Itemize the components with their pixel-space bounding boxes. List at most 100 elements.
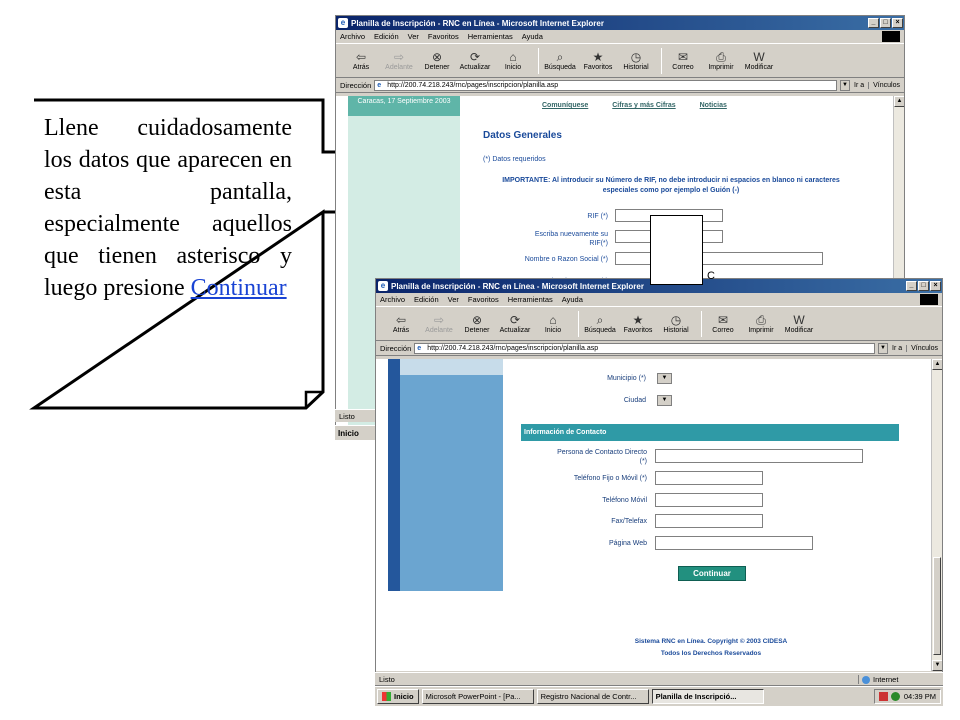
status-text: Listo	[379, 674, 395, 684]
menu-edicion[interactable]: Edición	[374, 32, 399, 41]
menu-herramientas[interactable]: Herramientas	[468, 32, 513, 41]
contact-person-input[interactable]	[655, 449, 863, 463]
task-planilla[interactable]: Planilla de Inscripció...	[651, 689, 764, 704]
refresh-button[interactable]: ⟳ Actualizar	[458, 50, 492, 71]
home-label: Inicio	[544, 327, 562, 334]
task-powerpoint[interactable]: Microsoft PowerPoint - [Pa...	[421, 689, 534, 704]
scroll-up-icon[interactable]: ▲	[932, 359, 942, 370]
back-button[interactable]: ⇦ Atrás	[384, 313, 418, 334]
print-button[interactable]: ⎙ Imprimir	[704, 50, 738, 71]
links-button[interactable]: Vínculos	[906, 344, 942, 352]
title-bar: e Planilla de Inscripción - RNC en Línea…	[336, 16, 904, 30]
mobile-input[interactable]	[655, 493, 763, 507]
favorites-button[interactable]: ★ Favoritos	[581, 50, 615, 71]
task-label: Microsoft PowerPoint - [Pa...	[425, 692, 521, 701]
search-button[interactable]: ⌕ Búsqueda	[543, 50, 577, 71]
mail-button[interactable]: ✉ Correo	[666, 50, 700, 71]
phone-input[interactable]	[655, 471, 763, 485]
callout-body: Llene cuidadosamente los datos que apare…	[44, 115, 292, 301]
menu-archivo[interactable]: Archivo	[380, 295, 405, 304]
back-label: Atrás	[392, 327, 410, 334]
fax-input[interactable]	[655, 514, 763, 528]
address-input[interactable]: http://200.74.218.243/rnc/pages/inscripc…	[374, 79, 838, 91]
clock: 04:39 PM	[903, 692, 936, 701]
nav-link-figures[interactable]: Cifras y más Cifras	[612, 102, 675, 109]
menu-favoritos[interactable]: Favoritos	[428, 32, 459, 41]
menu-ayuda[interactable]: Ayuda	[522, 32, 543, 41]
ciudad-select[interactable]: ▼	[657, 395, 672, 406]
menu-ver[interactable]: Ver	[408, 32, 419, 41]
history-icon: ◷	[670, 313, 682, 327]
address-dropdown-icon[interactable]: ▼	[878, 342, 889, 354]
close-button[interactable]: ×	[930, 281, 941, 291]
mail-button[interactable]: ✉ Correo	[706, 313, 740, 334]
nav-link-news[interactable]: Noticias	[700, 102, 727, 109]
forward-button[interactable]: ⇨ Adelante	[382, 50, 416, 71]
required-note: (*) Datos requeridos	[483, 156, 546, 163]
ie-logo-icon: e	[338, 18, 348, 28]
stop-button[interactable]: ⊗ Detener	[460, 313, 494, 334]
history-label: Historial	[663, 327, 689, 334]
history-button[interactable]: ◷ Historial	[659, 313, 693, 334]
home-icon: ⌂	[509, 50, 517, 64]
tray-network-icon[interactable]	[890, 692, 900, 701]
edit-button[interactable]: W Modificar	[782, 313, 816, 334]
close-button[interactable]: ×	[892, 18, 903, 28]
stop-label: Detener	[424, 64, 450, 71]
favorites-label: Favoritos	[583, 64, 613, 71]
task-label: Registro Nacional de Contr...	[540, 692, 637, 701]
name-input[interactable]	[615, 252, 823, 265]
maximize-button[interactable]: □	[918, 281, 929, 291]
edit-button[interactable]: W Modificar	[742, 50, 776, 71]
home-button[interactable]: ⌂ Inicio	[536, 313, 570, 334]
start-button-back[interactable]: Inicio	[335, 425, 377, 440]
go-button[interactable]: Ir a	[854, 82, 864, 89]
menu-herramientas[interactable]: Herramientas	[508, 295, 553, 304]
nav-link-contact[interactable]: Comuníquese	[542, 102, 588, 109]
continue-button[interactable]: Continuar	[678, 566, 746, 581]
refresh-button[interactable]: ⟳ Actualizar	[498, 313, 532, 334]
forward-button[interactable]: ⇨ Adelante	[422, 313, 456, 334]
address-input[interactable]: http://200.74.218.243/rnc/pages/inscripc…	[414, 342, 876, 354]
window-title: Planilla de Inscripción - RNC en Línea -…	[391, 281, 644, 291]
web-input[interactable]	[655, 536, 813, 550]
maximize-button[interactable]: □	[880, 18, 891, 28]
print-button[interactable]: ⎙ Imprimir	[744, 313, 778, 334]
home-button[interactable]: ⌂ Inicio	[496, 50, 530, 71]
menu-ver[interactable]: Ver	[448, 295, 459, 304]
menu-bar: Archivo Edición Ver Favoritos Herramient…	[336, 30, 904, 44]
favorites-icon: ★	[632, 313, 644, 327]
address-dropdown-icon[interactable]: ▼	[840, 79, 851, 91]
menu-favoritos[interactable]: Favoritos	[468, 295, 499, 304]
stop-label: Detener	[464, 327, 490, 334]
scroll-down-icon[interactable]: ▼	[932, 660, 942, 671]
address-bar: Dirección http://200.74.218.243/rnc/page…	[376, 341, 942, 356]
back-button[interactable]: ⇦ Atrás	[344, 50, 378, 71]
minimize-button[interactable]: _	[906, 281, 917, 291]
refresh-icon: ⟳	[509, 313, 521, 327]
menu-archivo[interactable]: Archivo	[340, 32, 365, 41]
menu-edicion[interactable]: Edición	[414, 295, 439, 304]
task-registro[interactable]: Registro Nacional de Contr...	[536, 689, 649, 704]
favorites-button[interactable]: ★ Favoritos	[621, 313, 655, 334]
footer-copyright: Sistema RNC en Línea. Copyright © 2003 C…	[634, 638, 788, 645]
history-button[interactable]: ◷ Historial	[619, 50, 653, 71]
system-tray: 04:39 PM	[873, 689, 941, 704]
start-button[interactable]: Inicio	[377, 689, 419, 704]
stop-button[interactable]: ⊗ Detener	[420, 50, 454, 71]
go-button[interactable]: Ir a	[892, 345, 902, 352]
scroll-thumb[interactable]	[933, 557, 941, 655]
links-button[interactable]: Vínculos	[868, 81, 904, 89]
left-strip	[388, 359, 400, 591]
refresh-label: Actualizar	[459, 64, 491, 71]
municipio-select[interactable]: ▼	[657, 373, 672, 384]
status-bar-back: Listo	[335, 409, 377, 422]
search-button[interactable]: ⌕ Búsqueda	[583, 313, 617, 334]
tray-app-icon[interactable]	[878, 692, 888, 701]
callout-continue-link[interactable]: Continuar	[191, 275, 287, 301]
vertical-scrollbar[interactable]: ▲ ▼	[931, 359, 942, 671]
menu-ayuda[interactable]: Ayuda	[562, 295, 583, 304]
minimize-button[interactable]: _	[868, 18, 879, 28]
contact-person-label: Persona de Contacto Directo (*)	[557, 449, 647, 465]
scroll-up-icon[interactable]: ▲	[894, 96, 904, 107]
